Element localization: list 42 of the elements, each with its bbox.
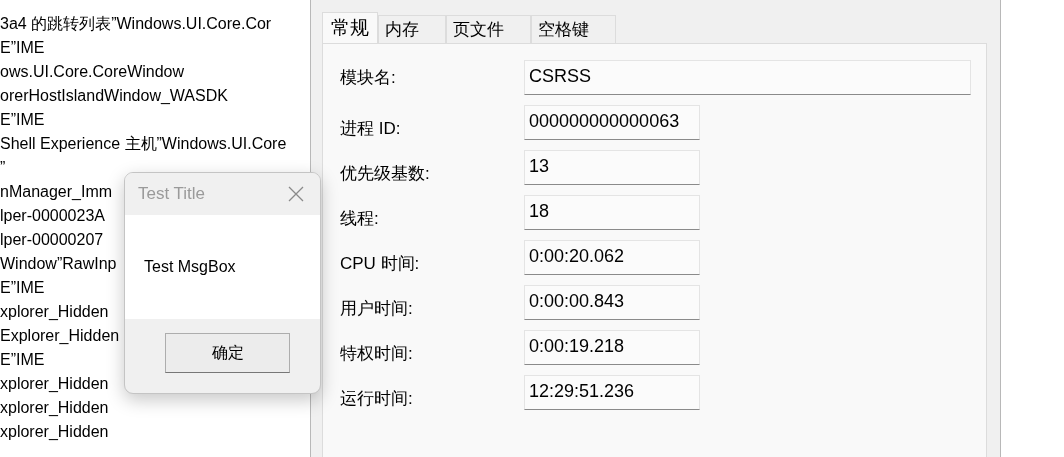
field-label: 模块名: (340, 67, 397, 89)
list-line: E”IME (0, 350, 45, 370)
tab[interactable]: 页文件 (446, 15, 531, 43)
list-line: Explorer_Hidden (0, 326, 120, 346)
list-line: xplorer_Hidden (0, 302, 109, 322)
list-line: E”IME (0, 278, 45, 298)
list-line: E”IME (0, 38, 45, 58)
field-label: CPU 时间: (340, 253, 421, 275)
readonly-field[interactable]: 0:00:20.062 (524, 240, 700, 275)
field-label: 线程: (340, 208, 380, 230)
list-line: xplorer_Hidden (0, 374, 109, 394)
readonly-field[interactable]: 0:00:00.843 (524, 285, 700, 320)
list-line: nManager_Imm (0, 182, 113, 202)
field-label: 用户时间: (340, 298, 414, 320)
readonly-field[interactable]: 13 (524, 150, 700, 185)
message-text: Test MsgBox (144, 258, 236, 276)
readonly-field[interactable]: 18 (524, 195, 700, 230)
list-line: Window”RawInp (0, 254, 117, 274)
readonly-field[interactable]: 000000000000063 (524, 105, 700, 140)
list-line: Shell Experience 主机”Windows.UI.Core (0, 134, 287, 154)
list-line: xplorer_Hidden (0, 398, 109, 418)
readonly-field[interactable]: CSRSS (524, 60, 971, 95)
list-line: E”IME (0, 110, 45, 130)
ok-button[interactable]: 确定 (165, 333, 290, 373)
field-label: 优先级基数: (340, 163, 431, 185)
field-label: 特权时间: (340, 343, 414, 365)
readonly-field[interactable]: 0:00:19.218 (524, 330, 700, 365)
close-icon[interactable] (288, 186, 304, 202)
list-line: orerHostIslandWindow_WASDK (0, 86, 228, 106)
list-line: lper-0000023A (0, 206, 105, 226)
dialog-title: Test Title (138, 184, 206, 204)
readonly-field[interactable]: 12:29:51.236 (524, 375, 700, 410)
list-line: lper-00000207 (0, 230, 104, 250)
list-line: ” (0, 158, 6, 178)
field-label: 进程 ID: (340, 118, 402, 140)
field-label: 运行时间: (340, 388, 414, 410)
tab[interactable]: 内存 (378, 15, 446, 43)
tab[interactable]: 空格键 (531, 15, 616, 43)
list-line: 3a4 的跳转列表”Windows.UI.Core.Cor (0, 14, 272, 34)
list-line: xplorer_Hidden (0, 422, 109, 442)
list-line: ows.UI.Core.CoreWindow (0, 62, 185, 82)
tab[interactable]: 常规 (322, 12, 378, 43)
